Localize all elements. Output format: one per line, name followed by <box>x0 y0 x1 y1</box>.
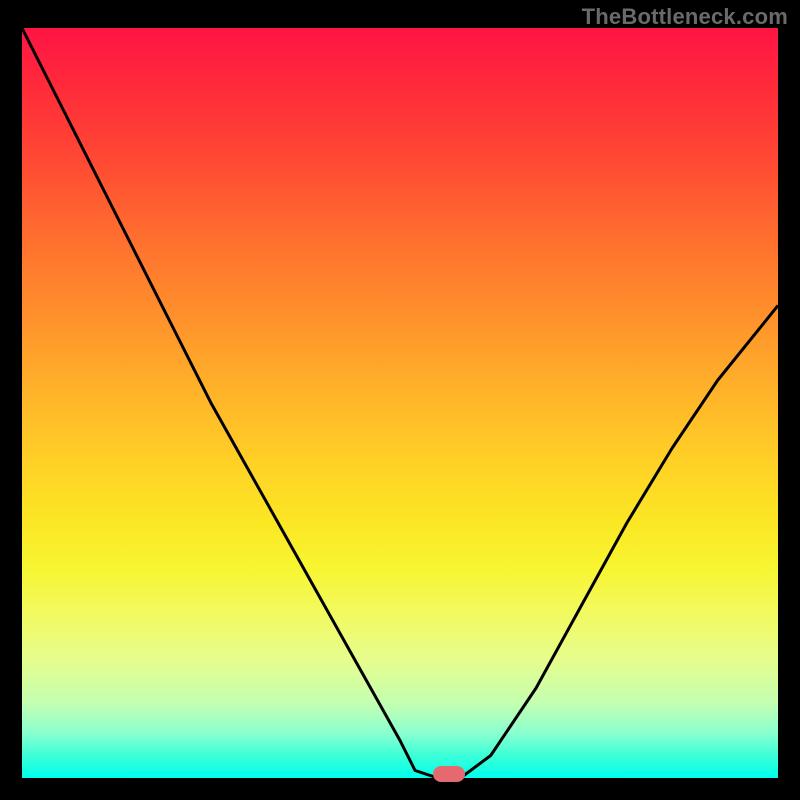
watermark-text: TheBottleneck.com <box>582 4 788 30</box>
bottleneck-curve <box>22 28 778 778</box>
curve-layer <box>22 28 778 778</box>
plot-area <box>22 28 778 778</box>
chart-frame: TheBottleneck.com <box>0 0 800 800</box>
optimum-marker <box>433 766 465 782</box>
